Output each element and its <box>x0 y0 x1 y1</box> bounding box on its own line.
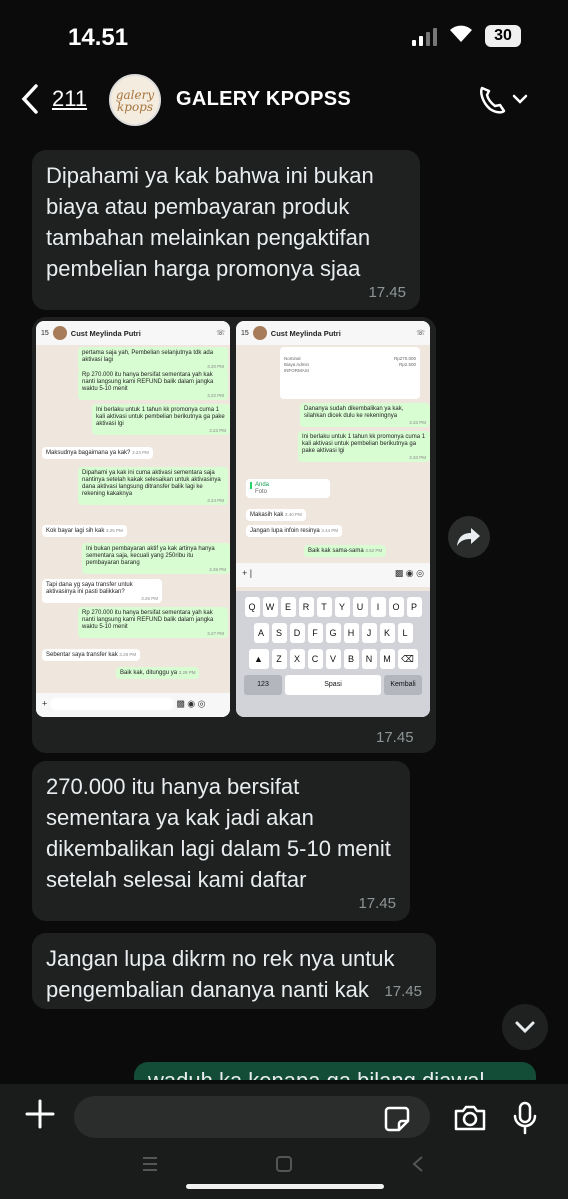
status-bar: 14.51 30 <box>0 0 568 70</box>
mini-message: Baik kak sama-sama 3.52 PM <box>304 545 387 557</box>
home-button-icon[interactable] <box>274 1154 294 1174</box>
message-bubble[interactable]: Jangan lupa dikrm no rek nya untuk penge… <box>32 933 436 1009</box>
message-time: 17.45 <box>358 895 396 912</box>
screenshot-contact-name: Cust Meylinda Putri <box>70 328 141 338</box>
mini-message: Rp 270.000 itu hanya bersifat sementara … <box>78 369 228 400</box>
mini-message: Baik kak, ditunggu ya 3.28 PM <box>116 667 200 679</box>
key-row-2: ASDFGHJKL <box>236 623 430 643</box>
screenshot-input-bar: + | ▩ ◉ ◎ <box>236 563 430 587</box>
battery-indicator: 30 <box>485 25 521 47</box>
screenshot-image-1[interactable]: 15 Cust Meylinda Putri ☏ pertama saja ya… <box>36 321 230 717</box>
message-text: Jangan lupa dikrm no rek nya untuk penge… <box>46 946 395 1002</box>
mini-message: Jangan lupa infoin resinya 3.44 PM <box>246 525 343 537</box>
screenshot-avatar <box>252 326 267 340</box>
image-message-time: 17.45 <box>376 729 414 746</box>
message-input[interactable] <box>74 1096 430 1138</box>
sent-message-bubble[interactable]: waduh ka kenapa ga bilang diawal <box>134 1062 536 1080</box>
mini-message: Rp 270.000 itu hanya bersifat sementara … <box>78 607 228 638</box>
chevron-down-icon <box>515 1021 535 1034</box>
system-nav-bar <box>0 1152 568 1199</box>
mini-message: Ini bukan pembayaran aktif ya kak artiny… <box>82 543 230 574</box>
message-text: 270.000 itu hanya bersifat sementara ya … <box>46 774 391 892</box>
screenshot-call-icon: ☏ <box>416 330 425 337</box>
screenshot-header: 15 Cust Meylinda Putri ☏ <box>236 321 430 345</box>
mini-message: Kok bayar lagi sih kak 3.25 PM <box>42 525 127 537</box>
mini-message: Makasih kak 3.40 PM <box>246 509 306 521</box>
screenshot-back-label: 15 <box>241 329 249 337</box>
chat-header: 211 galery kpops GALERY KPOPSS <box>0 70 568 132</box>
mini-message: Ini berlaku untuk 1 tahun kk promonya cu… <box>298 431 430 462</box>
mini-reply-quote: Anda Foto <box>246 479 330 498</box>
screenshot-avatar <box>52 326 67 340</box>
mini-message: Ini berlaku untuk 1 tahun kk promonya cu… <box>92 404 230 435</box>
screenshot-back-label: 15 <box>41 329 49 337</box>
composer-bar <box>0 1084 568 1152</box>
screenshot-image-2[interactable]: 15 Cust Meylinda Putri ☏ Nominal Rp270.00… <box>236 321 430 717</box>
home-indicator[interactable] <box>186 1184 384 1189</box>
avatar[interactable]: galery kpops <box>109 74 161 126</box>
clock: 14.51 <box>68 24 129 51</box>
sticker-icon[interactable] <box>383 1105 411 1133</box>
message-time: 17.45 <box>368 284 406 301</box>
microphone-icon[interactable] <box>512 1100 538 1136</box>
screenshot-contact-name: Cust Meylinda Putri <box>270 328 341 338</box>
receipt-image: Nominal Rp270.000 Biaya Admin Rp2.500 INFO… <box>280 347 420 399</box>
key-row-4: 123 Spasi Kembali <box>236 675 430 695</box>
camera-icon[interactable] <box>452 1103 488 1133</box>
mini-message: Maksudnya bagaimana ya kak? 3.24 PM <box>42 447 153 459</box>
mini-message: Tapi dana yg saya transfer untuk aktivas… <box>42 579 162 603</box>
contact-name[interactable]: GALERY KPOPSS <box>176 88 351 111</box>
screenshot-input-bar: + ▩ ◉ ◎ <box>36 693 230 717</box>
unread-count-link[interactable]: 211 <box>52 86 87 112</box>
forward-arrow-icon <box>457 528 480 546</box>
screenshot-header: 15 Cust Meylinda Putri ☏ <box>36 321 230 345</box>
message-bubble[interactable]: Dipahami ya kak bahwa ini bukan biaya at… <box>32 150 420 310</box>
mini-message: Dananya sudah dikembalikan ya kak, silah… <box>300 403 430 427</box>
recent-apps-icon[interactable] <box>140 1154 160 1174</box>
scroll-down-button[interactable] <box>502 1004 548 1050</box>
mini-message: pertama saja yah, Pembelian selanjutnya … <box>78 347 228 371</box>
message-bubble[interactable]: 270.000 itu hanya bersifat sementara ya … <box>32 761 410 921</box>
key-row-3: ▲ Z X C V B N M ⌫ <box>236 649 430 669</box>
message-text: Dipahami ya kak bahwa ini bukan biaya at… <box>46 163 374 281</box>
forward-button[interactable] <box>448 516 490 558</box>
phone-call-icon[interactable] <box>476 82 532 116</box>
screenshot-call-icon: ☏ <box>216 330 225 337</box>
mini-message: Sebentar saya transfer kak 3.28 PM <box>42 649 141 661</box>
plus-icon[interactable] <box>24 1098 56 1130</box>
key-row-1: QWERTYUIOP <box>236 597 430 617</box>
signal-icon <box>412 28 437 46</box>
mini-message: Dipahami ya kak ini cuma aktivasi sement… <box>78 467 228 505</box>
screenshot-keyboard: QWERTYUIOP ASDFGHJKL ▲ Z X C V B N M ⌫ 123 Spasi K… <box>236 591 430 717</box>
back-chevron-icon[interactable] <box>18 82 42 116</box>
image-message[interactable]: 15 Cust Meylinda Putri ☏ pertama saja ya… <box>32 317 436 753</box>
message-text: waduh ka kenapa ga bilang diawal <box>148 1068 484 1080</box>
chat-area[interactable]: Dipahami ya kak bahwa ini bukan biaya at… <box>0 120 568 1080</box>
wifi-icon <box>450 25 472 42</box>
back-nav-icon[interactable] <box>408 1154 428 1174</box>
